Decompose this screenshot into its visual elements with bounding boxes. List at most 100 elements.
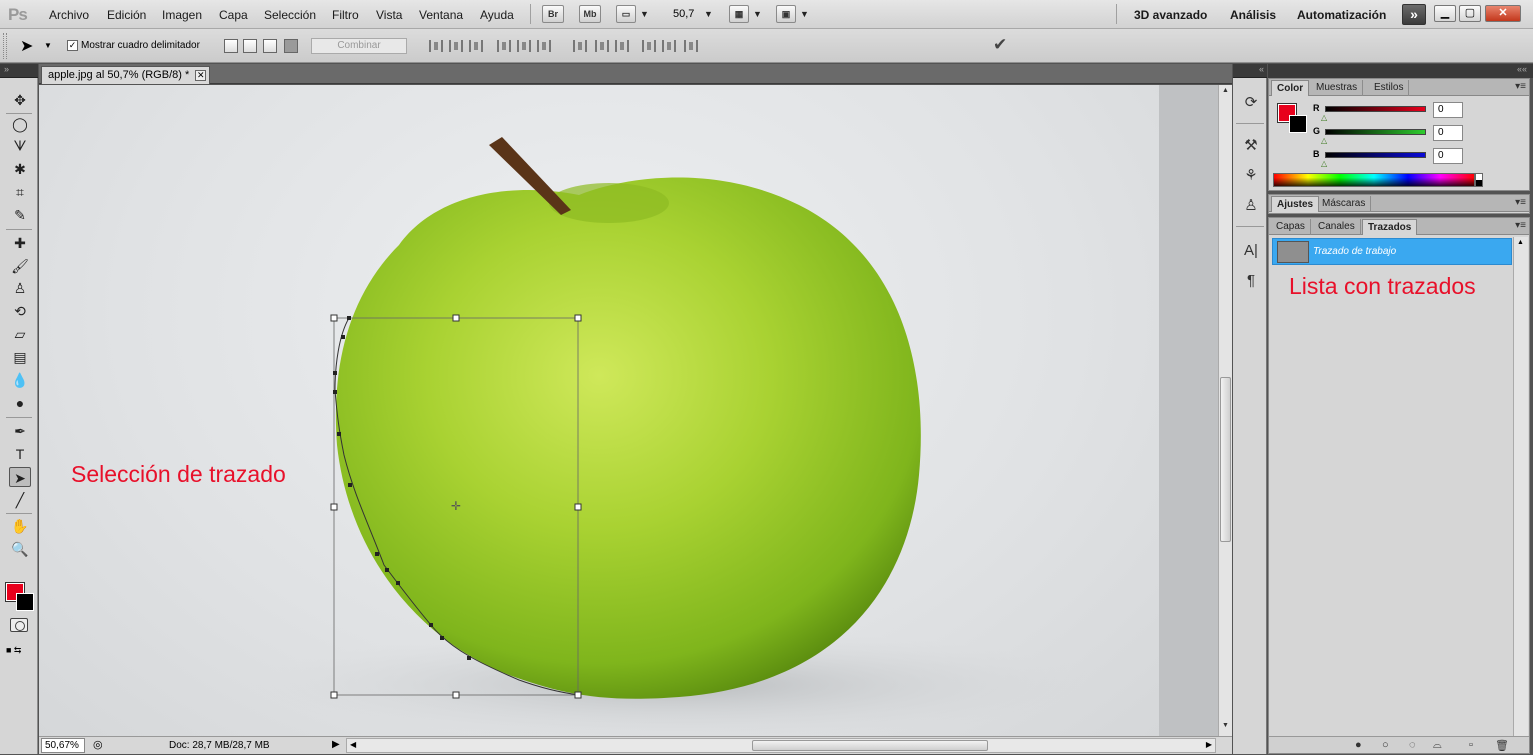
history-panel-icon[interactable]: ⟳ (1241, 93, 1261, 113)
distribute-right-icon[interactable] (684, 40, 698, 52)
character-panel-icon[interactable]: A| (1241, 241, 1261, 261)
tools-panel-header[interactable]: » (0, 64, 38, 78)
load-selection-icon[interactable]: ◌ (1409, 739, 1416, 751)
chevron-down-icon[interactable]: ▼ (640, 9, 649, 19)
anchor-point[interactable] (347, 316, 351, 320)
brushes-panel-icon[interactable]: ⚘ (1241, 166, 1261, 186)
slider-handle-icon[interactable]: △ (1321, 159, 1327, 168)
workspace-automatizacion[interactable]: Automatización (1297, 8, 1386, 22)
menu-filtro[interactable]: Filtro (332, 8, 359, 22)
add-shape-area-icon[interactable] (224, 39, 238, 53)
chevron-down-icon[interactable]: ▼ (753, 9, 762, 19)
anchor-point[interactable] (348, 483, 352, 487)
intersect-shape-area-icon[interactable] (263, 39, 277, 53)
tab-capas[interactable]: Capas (1271, 219, 1311, 235)
bbox-handle[interactable] (330, 503, 338, 511)
slider-handle-icon[interactable]: △ (1321, 136, 1327, 145)
align-right-icon[interactable] (537, 40, 551, 52)
anchor-point[interactable] (333, 390, 337, 394)
tab-trazados[interactable]: Trazados (1362, 219, 1418, 235)
menu-edicion[interactable]: Edición (107, 8, 146, 22)
status-zoom-field[interactable]: 50,67% (41, 738, 85, 753)
menu-archivo[interactable]: Archivo (49, 8, 89, 22)
distribute-bottom-icon[interactable] (615, 40, 629, 52)
eraser-tool-icon[interactable]: ▱ (9, 324, 31, 344)
align-vcenter-icon[interactable] (449, 40, 463, 52)
checkmark-icon[interactable]: ✔ (993, 35, 1007, 55)
dodge-tool-icon[interactable]: ● (9, 393, 31, 413)
channel-r-value[interactable]: 0 (1433, 102, 1463, 118)
channel-b-slider[interactable] (1325, 152, 1426, 158)
fill-path-icon[interactable]: ● (1355, 739, 1362, 751)
path-list-item[interactable]: Trazado de trabajo (1272, 238, 1512, 265)
distribute-hcenter-icon[interactable] (662, 40, 676, 52)
hand-tool-icon[interactable]: ✋ (9, 516, 31, 536)
exclude-shape-area-icon[interactable] (284, 39, 298, 53)
workspace-analisis[interactable]: Análisis (1230, 8, 1276, 22)
history-brush-tool-icon[interactable]: ⟲ (9, 301, 31, 321)
bbox-handle[interactable] (330, 314, 338, 322)
menu-vista[interactable]: Vista (376, 8, 402, 22)
move-tool-icon[interactable]: ✥ (9, 90, 31, 110)
tab-ajustes[interactable]: Ajustes (1271, 196, 1320, 212)
pen-tool-icon[interactable]: ✒ (9, 421, 31, 441)
anchor-point[interactable] (333, 371, 337, 375)
minibridge-button[interactable]: Mb (579, 5, 601, 23)
chevron-down-icon[interactable]: ▼ (704, 9, 713, 19)
align-left-icon[interactable] (497, 40, 511, 52)
document-tab[interactable]: apple.jpg al 50,7% (RGB/8) * ✕ (41, 66, 211, 84)
tool-presets-icon[interactable]: ⚒ (1241, 136, 1261, 156)
subtract-shape-area-icon[interactable] (243, 39, 257, 53)
scroll-up-icon[interactable]: ▲ (1222, 87, 1229, 94)
scroll-down-icon[interactable]: ▼ (1222, 722, 1229, 729)
bbox-handle[interactable] (330, 691, 338, 699)
lasso-tool-icon[interactable]: ᗐ (9, 136, 31, 156)
gradient-tool-icon[interactable]: ▤ (9, 347, 31, 367)
scroll-up-icon[interactable]: ▲ (1517, 239, 1524, 246)
default-colors-icon[interactable]: ■ ⇆ (6, 645, 21, 656)
align-bottom-icon[interactable] (469, 40, 483, 52)
path-selection-tool-icon[interactable]: ➤ (9, 467, 31, 487)
brush-tool-icon[interactable]: 🖌 (9, 256, 31, 276)
slider-handle-icon[interactable]: △ (1321, 113, 1327, 122)
chevron-down-icon[interactable]: ▼ (800, 9, 809, 19)
tab-estilos[interactable]: Estilos (1369, 80, 1410, 96)
anchor-point[interactable] (396, 581, 400, 585)
tab-mascaras[interactable]: Máscaras (1317, 196, 1372, 212)
channel-g-slider[interactable] (1325, 129, 1426, 135)
horizontal-scroll-thumb[interactable] (752, 740, 988, 751)
align-hcenter-icon[interactable] (517, 40, 531, 52)
vertical-scrollbar[interactable]: ▲ ▼ (1218, 85, 1232, 736)
bbox-handle[interactable] (452, 314, 460, 322)
anchor-point[interactable] (385, 568, 389, 572)
scroll-left-icon[interactable]: ◀ (350, 740, 356, 749)
quick-mask-icon[interactable] (10, 618, 28, 632)
anchor-point[interactable] (429, 623, 433, 627)
clone-source-icon[interactable]: ♙ (1241, 196, 1261, 216)
menu-imagen[interactable]: Imagen (162, 8, 202, 22)
show-bbox-checkbox[interactable]: ✓ (67, 40, 78, 51)
bbox-handle[interactable] (574, 691, 582, 699)
stroke-path-icon[interactable]: ○ (1382, 739, 1389, 751)
distribute-top-icon[interactable] (573, 40, 587, 52)
chevron-down-icon[interactable]: ▼ (44, 41, 52, 50)
status-menu-arrow-icon[interactable]: ▶ (332, 739, 340, 750)
new-path-icon[interactable]: ▫ (1469, 739, 1473, 751)
blur-tool-icon[interactable]: 💧 (9, 370, 31, 390)
tab-color[interactable]: Color (1271, 80, 1310, 96)
close-tab-icon[interactable]: ✕ (195, 70, 207, 81)
line-tool-icon[interactable]: ╱ (9, 490, 31, 510)
spectrum-bw[interactable] (1475, 173, 1483, 187)
type-tool-icon[interactable]: T (9, 444, 31, 464)
panel-menu-icon[interactable]: ▾≡ (1515, 197, 1526, 208)
paragraph-panel-icon[interactable]: ¶ (1241, 271, 1261, 291)
zoom-level[interactable]: 50,7 (673, 8, 694, 20)
bbox-handle[interactable] (574, 314, 582, 322)
maximize-button[interactable]: ▢ (1459, 5, 1481, 22)
view-extras-icon[interactable]: ▭ (616, 5, 636, 23)
panels-header[interactable]: «« (1268, 64, 1533, 78)
anchor-point[interactable] (337, 432, 341, 436)
path-selection-tool-icon[interactable]: ➤ (20, 36, 33, 56)
anchor-point[interactable] (440, 636, 444, 640)
tab-canales[interactable]: Canales (1313, 219, 1361, 235)
